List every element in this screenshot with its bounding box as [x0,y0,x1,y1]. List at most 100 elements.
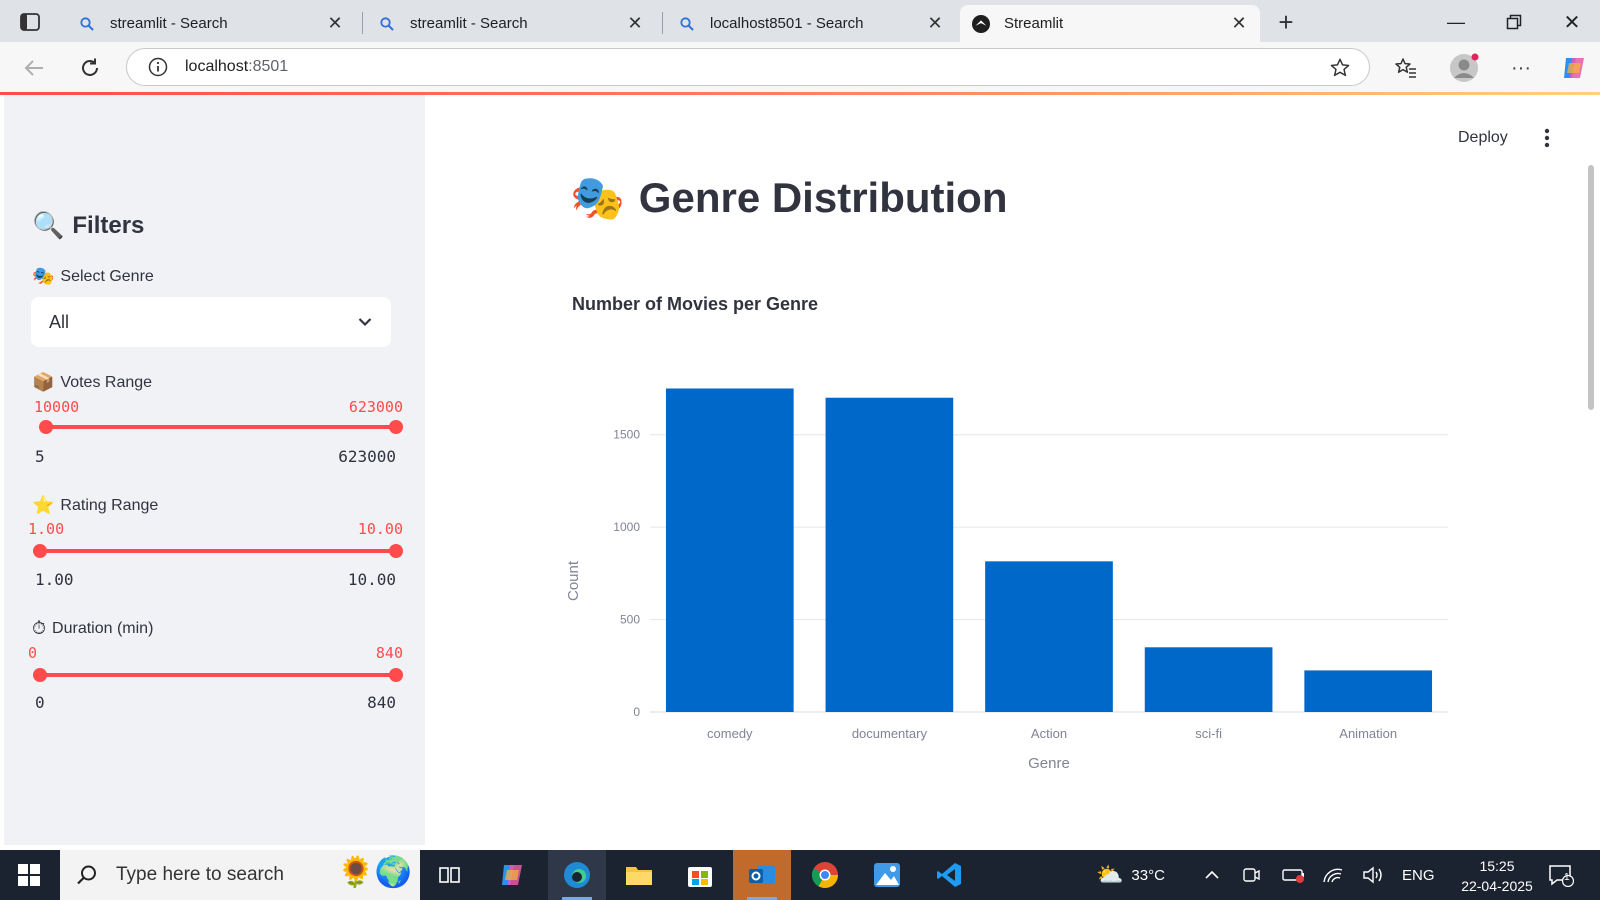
battery-icon[interactable] [1282,850,1306,900]
weather-widget[interactable]: ⛅ 33°C [1096,850,1165,900]
duration-label-text: Duration (min) [52,619,154,637]
tab-divider [662,12,663,34]
clock-date: 22-04-2025 [1461,878,1533,894]
duration-slider-high-thumb[interactable] [389,668,403,682]
theater-masks-icon: 🎭 [32,266,55,286]
bar-animation [1304,670,1433,712]
chart-title: Number of Movies per Genre [572,294,819,314]
search-icon [78,15,96,33]
meet-now-icon[interactable] [1242,850,1260,900]
magnifier-icon: 🔍 [32,210,65,240]
bar-documentary [825,397,954,712]
deploy-button[interactable]: Deploy [1448,125,1518,151]
votes-slider-high-thumb[interactable] [389,420,403,434]
browser-tab-strip: streamlit - Search ✕ streamlit - Search … [0,0,1600,42]
chrome-icon[interactable] [796,850,854,900]
favorites-icon[interactable] [1390,52,1422,84]
close-tab-icon[interactable]: ✕ [626,13,644,33]
taskbar: Type here to search 🌻🌍 ⛅ 33°C ENG 15:25 … [0,850,1600,900]
page-title: 🎭 Genre Distribution [570,172,1008,224]
back-icon[interactable] [18,52,50,84]
rating-slider-high-thumb[interactable] [389,544,403,558]
duration-slider-track[interactable] [40,673,396,677]
votes-min-label: 5 [35,447,45,466]
bar-comedy [665,388,794,712]
profile-avatar[interactable] [1448,52,1480,84]
x-tick-label: sci-fi [1195,726,1222,741]
sidebar-title-text: Filters [72,211,145,239]
rating-max-label: 10.00 [347,570,396,589]
votes-label-text: Votes Range [60,373,153,391]
votes-slider-track[interactable] [45,425,396,429]
vscode-icon[interactable] [920,850,978,900]
copilot-icon[interactable] [1558,52,1590,84]
close-tab-icon[interactable]: ✕ [1230,13,1248,33]
taskbar-search-box[interactable]: Type here to search 🌻🌍 [60,850,420,900]
y-tick-label: 0 [633,705,640,719]
url-port: :8501 [248,58,289,75]
duration-high-value: 840 [375,644,403,662]
file-explorer-icon[interactable] [610,850,668,900]
wifi-icon[interactable] [1322,850,1344,900]
volume-icon[interactable] [1362,850,1384,900]
y-tick-label: 500 [620,613,640,627]
close-window-icon[interactable]: ✕ [1558,8,1586,36]
favorite-star-icon[interactable] [1329,57,1351,79]
genre-select[interactable]: All [31,297,391,347]
rating-min-label: 1.00 [35,570,74,589]
tab-title: localhost8501 - Search [710,15,864,32]
browser-tab-3[interactable]: localhost8501 - Search ✕ [666,5,956,42]
show-hidden-icons[interactable] [1204,850,1220,900]
genre-bar-chart: 0 500 1000 1500 comedy documentary Action sci-f… [565,388,1448,772]
info-icon[interactable] [147,56,169,78]
input-language[interactable]: ENG [1402,850,1435,900]
rating-slider-low-thumb[interactable] [33,544,47,558]
tab-actions-icon[interactable] [14,10,46,34]
main-scrollbar[interactable] [1588,165,1594,410]
y-tick-label: 1500 [613,428,640,442]
genre-label: 🎭 Select Genre [32,266,154,287]
close-tab-icon[interactable]: ✕ [326,13,344,33]
tab-title: streamlit - Search [410,15,528,32]
weather-sun-cloud-icon: ⛅ [1096,862,1124,887]
app-menu-icon[interactable] [1535,126,1559,150]
tab-title: streamlit - Search [110,15,228,32]
theater-masks-icon: 🎭 [570,174,625,223]
photos-icon[interactable] [858,850,916,900]
tab-title: Streamlit [1004,15,1064,32]
new-tab-button[interactable]: + [1272,7,1300,37]
genre-label-text: Select Genre [60,267,154,285]
rating-slider-track[interactable] [40,549,396,553]
url-host: localhost [185,58,249,75]
notifications-icon[interactable]: 1 [1548,850,1574,900]
rating-label: ⭐ Rating Range [32,495,158,516]
close-tab-icon[interactable]: ✕ [926,13,944,33]
edge-browser-icon[interactable] [548,850,606,900]
more-options-icon[interactable]: ··· [1505,52,1537,84]
browser-tab-active[interactable]: Streamlit ✕ [960,5,1260,42]
reload-icon[interactable] [74,52,106,84]
genre-select-value: All [49,311,70,332]
restore-icon[interactable] [1500,8,1528,36]
taskbar-clock[interactable]: 15:25 22-04-2025 [1455,856,1539,896]
package-icon: 📦 [32,372,55,392]
copilot-taskbar-icon[interactable] [483,850,541,900]
stopwatch-icon: ⏱ [32,618,47,638]
browser-tab-1[interactable]: streamlit - Search ✕ [66,5,356,42]
notification-count: 1 [1564,872,1570,883]
search-icon [378,15,396,33]
minimize-icon[interactable]: — [1442,8,1470,36]
address-bar[interactable]: localhost:8501 [126,48,1370,86]
chevron-down-icon [355,312,375,332]
duration-slider-low-thumb[interactable] [33,668,47,682]
x-tick-label: documentary [852,726,928,741]
windows-start-icon[interactable] [12,860,46,890]
microsoft-store-icon[interactable] [671,850,729,900]
browser-tab-2[interactable]: streamlit - Search ✕ [366,5,656,42]
votes-slider-low-thumb[interactable] [38,420,53,434]
votes-high-value: 623000 [348,398,403,416]
x-tick-label: Animation [1339,726,1397,741]
streamlit-logo-icon [972,14,990,33]
task-view-icon[interactable] [420,850,478,900]
outlook-icon[interactable] [733,850,791,900]
